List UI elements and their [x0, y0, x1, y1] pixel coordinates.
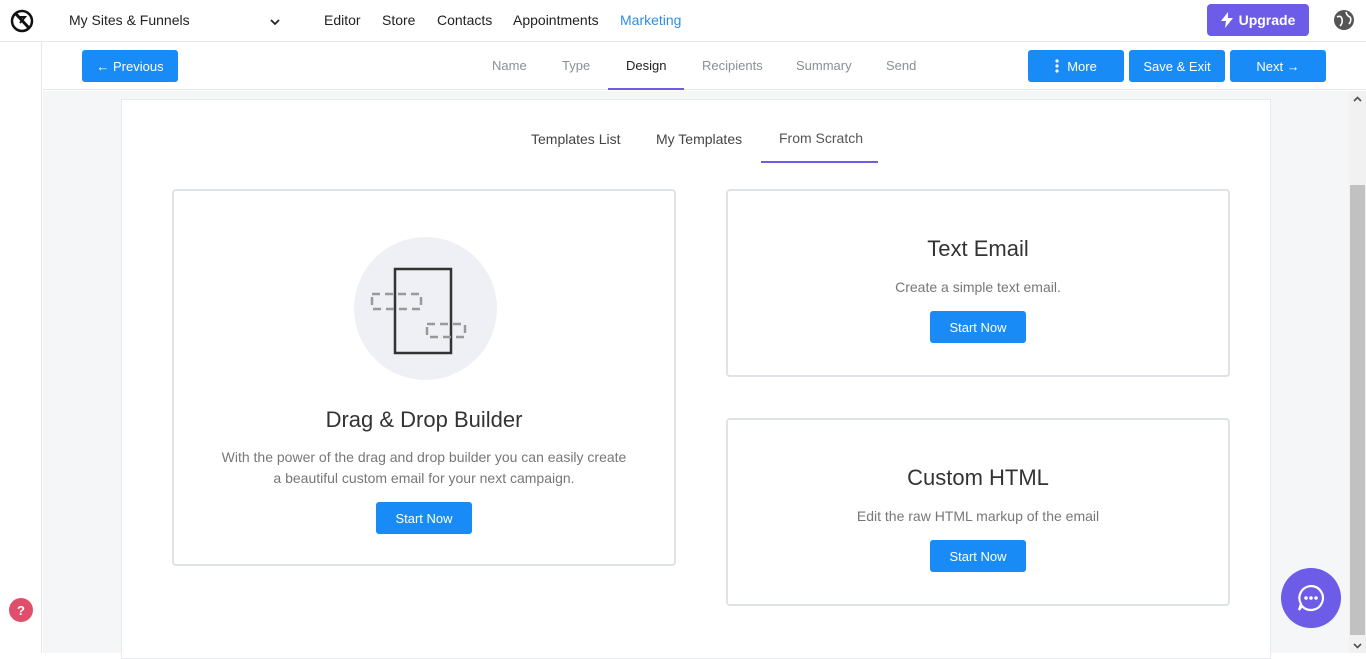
more-label: More	[1067, 58, 1097, 74]
text-email-desc: Create a simple text email.	[895, 279, 1061, 295]
nav-store[interactable]: Store	[382, 12, 415, 28]
globe-icon[interactable]	[1333, 9, 1355, 31]
drag-drop-desc-line2: a beautiful custom email for your next c…	[273, 470, 575, 486]
custom-html-desc: Edit the raw HTML markup of the email	[856, 508, 1100, 524]
vertical-scrollbar[interactable]	[1349, 91, 1366, 653]
custom-html-start-button[interactable]: Start Now	[930, 540, 1026, 572]
nav-contacts[interactable]: Contacts	[437, 12, 492, 28]
text-email-title: Text Email	[927, 236, 1029, 261]
tab-templates-list[interactable]: Templates List	[531, 131, 620, 147]
step-recipients[interactable]: Recipients	[702, 58, 763, 73]
site-selector[interactable]: My Sites & Funnels	[69, 12, 190, 28]
custom-html-title: Custom HTML	[907, 465, 1049, 490]
drag-drop-illustration	[354, 237, 497, 380]
active-subtab-indicator	[761, 161, 878, 163]
help-icon[interactable]: ?	[9, 598, 33, 622]
active-step-indicator	[608, 88, 684, 90]
text-email-start-button[interactable]: Start Now	[930, 311, 1026, 343]
chevron-down-icon[interactable]	[268, 15, 282, 29]
more-button[interactable]: More	[1028, 50, 1124, 82]
upgrade-button[interactable]: Upgrade	[1207, 4, 1309, 36]
step-name[interactable]: Name	[492, 58, 527, 73]
drag-drop-start-button[interactable]: Start Now	[376, 502, 472, 534]
tab-my-templates[interactable]: My Templates	[656, 131, 742, 147]
drag-drop-card: Drag & Drop Builder With the power of th…	[172, 189, 676, 566]
top-navbar: My Sites & Funnels Editor Store Contacts…	[0, 0, 1366, 42]
step-type[interactable]: Type	[562, 58, 590, 73]
logo-icon[interactable]	[10, 9, 34, 33]
save-exit-button[interactable]: Save & Exit	[1129, 50, 1225, 82]
previous-button[interactable]: ← Previous	[82, 50, 178, 82]
kebab-icon	[1055, 59, 1059, 73]
next-button[interactable]: Next →	[1230, 50, 1326, 82]
drag-drop-desc-line1: With the power of the drag and drop buil…	[221, 449, 627, 465]
text-email-card: Text Email Create a simple text email. S…	[726, 189, 1230, 377]
nav-appointments[interactable]: Appointments	[513, 12, 599, 28]
nav-editor[interactable]: Editor	[324, 12, 361, 28]
scroll-down-icon[interactable]	[1353, 641, 1362, 650]
chat-widget-button[interactable]	[1281, 568, 1341, 628]
step-summary[interactable]: Summary	[796, 58, 852, 73]
drag-drop-builder-icon	[370, 267, 467, 355]
nav-marketing[interactable]: Marketing	[620, 12, 681, 28]
chat-icon	[1297, 584, 1325, 612]
scroll-thumb[interactable]	[1350, 185, 1365, 635]
scroll-up-icon[interactable]	[1353, 95, 1362, 104]
left-rail	[0, 42, 42, 653]
bolt-icon	[1220, 12, 1233, 28]
step-send[interactable]: Send	[886, 58, 916, 73]
step-design[interactable]: Design	[626, 58, 666, 73]
tab-from-scratch[interactable]: From Scratch	[779, 130, 863, 146]
upgrade-label: Upgrade	[1238, 12, 1296, 28]
custom-html-card: Custom HTML Edit the raw HTML markup of …	[726, 418, 1230, 606]
drag-drop-title: Drag & Drop Builder	[325, 407, 523, 432]
